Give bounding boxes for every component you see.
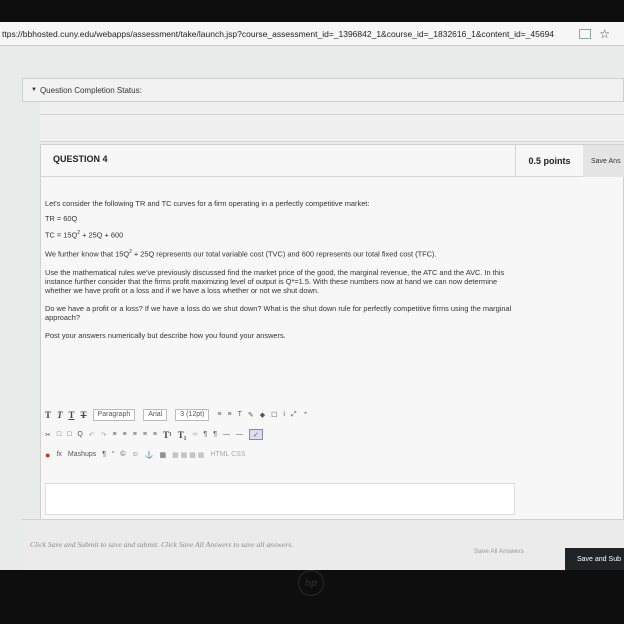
font-select[interactable]: Arial (143, 408, 168, 421)
hr-icon[interactable]: — (223, 431, 230, 438)
question-body: Let's consider the following TR and TC c… (45, 199, 515, 349)
submit-footer: Click Save and Submit to save and submit… (22, 519, 624, 570)
anchor-icon[interactable]: ⚓ (145, 451, 154, 459)
question-points: 0.5 points (515, 145, 583, 177)
align-center-icon[interactable]: ≡ (123, 431, 127, 438)
align-left-icon[interactable]: ≡ (113, 431, 117, 438)
post-answers-paragraph: Post your answers numerically but descri… (45, 330, 286, 340)
copy-icon[interactable]: □ (57, 431, 61, 438)
html-css-button[interactable]: HTML CSS (210, 451, 245, 458)
bullet-list-icon[interactable]: ≡ (217, 411, 221, 418)
question-title: QUESTION 4 (53, 154, 108, 164)
answer-text-area[interactable] (45, 483, 515, 515)
paste-icon[interactable]: □ (67, 431, 71, 438)
bookmark-star-icon[interactable]: ☆ (599, 27, 610, 41)
fullscreen-icon[interactable]: ⤢ (291, 411, 297, 419)
spellcheck-icon[interactable]: i (283, 411, 285, 418)
indent-icon[interactable]: ≡ (153, 431, 157, 438)
tc-equation: TC = 15Q2 + 25Q + 600 (45, 230, 124, 240)
formula-icon[interactable]: fx (56, 451, 61, 458)
cut-icon[interactable]: ✂ (45, 431, 51, 439)
toolbar-row-3: ● fx Mashups ¶ “ © ☺ ⚓ ▦ ▦ ▦ ▦ ▦ HTML CS… (45, 447, 515, 462)
format-select[interactable]: Paragraph (92, 408, 136, 421)
save-all-answers-button[interactable]: Save All Answers (474, 548, 524, 555)
text-color-icon[interactable]: T (238, 411, 242, 418)
question-header: QUESTION 4 0.5 points Save Ans (41, 145, 624, 177)
instructions-paragraph: Use the mathematical rules we've previou… (45, 267, 505, 295)
quote-icon[interactable]: “ (112, 451, 114, 458)
redo-icon[interactable]: ↷ (101, 431, 107, 439)
size-select[interactable]: 3 (12pt) (175, 408, 210, 421)
table-icon[interactable]: ▦ (159, 451, 166, 459)
rich-text-editor-toolbar: T T T T Paragraph Arial 3 (12pt) ≡ ≡ T ✎… (45, 407, 515, 481)
checkbox-icon[interactable]: ✓ (248, 429, 263, 440)
copyright-icon[interactable]: © (120, 451, 125, 458)
ltr-icon[interactable]: ¶ (203, 431, 207, 438)
rtl-icon[interactable]: ¶ (213, 431, 217, 438)
paragraph-mark-icon[interactable]: ¶ (102, 451, 106, 458)
status-label: Question Completion Status: (39, 85, 142, 95)
superscript-icon[interactable]: T¹ (163, 430, 172, 440)
hp-logo: hp (298, 570, 324, 596)
record-icon[interactable]: ● (45, 450, 50, 460)
divider (40, 114, 624, 115)
footer-instructions: Click Save and Submit to save and submit… (30, 540, 294, 549)
bold-icon[interactable]: T (45, 410, 51, 420)
toolbar-row-2: ✂ □ □ Q ↶ ↷ ≡ ≡ ≡ ≡ ≡ T¹ T₁ ∞ ¶ ¶ — — ✓ (45, 427, 515, 442)
find-icon[interactable]: Q (77, 431, 82, 438)
table-options-icon[interactable]: ▦ ▦ ▦ ▦ (172, 451, 204, 459)
hr-alt-icon[interactable]: — (236, 431, 243, 438)
question-panel: QUESTION 4 0.5 points Save Ans Let's con… (40, 144, 624, 544)
extension-icon[interactable] (579, 28, 592, 39)
subscript-icon[interactable]: T₁ (178, 430, 187, 440)
highlight-icon[interactable]: ✎ (248, 411, 254, 419)
align-justify-icon[interactable]: ≡ (143, 431, 147, 438)
align-right-icon[interactable]: ≡ (133, 431, 137, 438)
toolbar-row-1: T T T T Paragraph Arial 3 (12pt) ≡ ≡ T ✎… (45, 407, 515, 422)
question-completion-status[interactable]: ▼ Question Completion Status: (22, 78, 624, 102)
intro-text: Let's consider the following TR and TC c… (45, 199, 370, 208)
undo-icon[interactable]: ↶ (89, 431, 95, 439)
tr-equation: TR = 60Q (45, 214, 78, 223)
collapse-icon[interactable]: ⌃ (303, 411, 309, 419)
mashups-button[interactable]: Mashups (68, 451, 96, 458)
italic-icon[interactable]: T (57, 410, 63, 420)
cost-paragraph: We further know that 15Q2 + 25Q represen… (45, 249, 437, 259)
browser-screen: ttps://bbhosted.cuny.edu/webapps/assessm… (0, 22, 624, 570)
questions-paragraph: Do we have a profit or a loss? If we hav… (45, 303, 512, 322)
expand-arrow-icon: ▼ (31, 87, 37, 93)
underline-icon[interactable]: T (69, 410, 75, 420)
link-icon[interactable]: ∞ (192, 431, 197, 438)
save-answer-button[interactable]: Save Ans (583, 145, 624, 177)
url-text[interactable]: ttps://bbhosted.cuny.edu/webapps/assessm… (2, 29, 579, 39)
previous-question-answer-area (40, 102, 624, 142)
save-and-submit-button[interactable]: Save and Sub (565, 548, 624, 570)
numbered-list-icon[interactable]: ≡ (227, 411, 231, 418)
strikethrough-icon[interactable]: T (81, 410, 87, 420)
emoji-icon[interactable]: ☺ (132, 451, 139, 458)
fill-icon[interactable]: ◆ (260, 411, 265, 419)
address-bar[interactable]: ttps://bbhosted.cuny.edu/webapps/assessm… (0, 22, 624, 46)
preview-icon[interactable]: ☐ (271, 411, 277, 419)
